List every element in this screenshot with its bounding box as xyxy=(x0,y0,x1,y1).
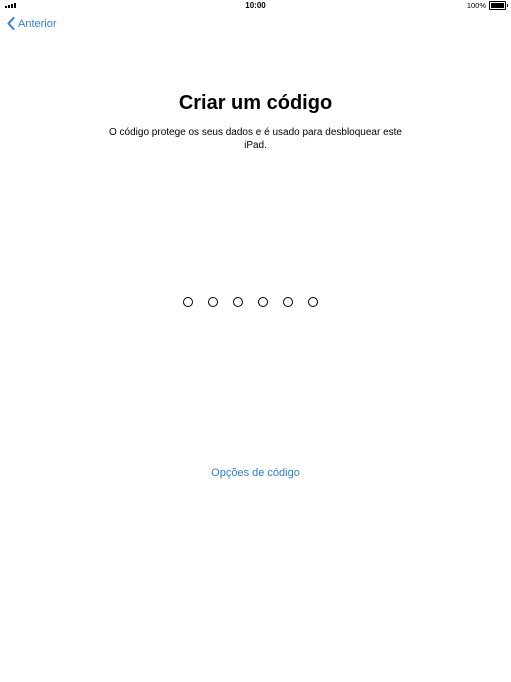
passcode-field[interactable] xyxy=(183,297,318,307)
status-right: 100% xyxy=(466,1,508,10)
battery-icon xyxy=(489,1,508,10)
battery-percent: 100% xyxy=(466,1,486,10)
passcode-dot xyxy=(208,297,218,307)
back-label[interactable]: Anterior xyxy=(18,18,57,30)
passcode-dot xyxy=(258,297,268,307)
passcode-dot xyxy=(233,297,243,307)
passcode-dot xyxy=(308,297,318,307)
status-bar: 10:00 100% xyxy=(0,0,511,12)
back-button[interactable]: Anterior xyxy=(7,17,57,30)
page-title: Criar um código xyxy=(178,92,333,114)
page-subtitle: O código protege os seus dados e é usado… xyxy=(109,127,402,151)
chevron-left-icon xyxy=(7,17,15,30)
passcode-options-link[interactable]: Opções de código xyxy=(0,467,511,479)
passcode-dot xyxy=(183,297,193,307)
status-time: 10:00 xyxy=(245,1,266,10)
passcode-dot xyxy=(283,297,293,307)
